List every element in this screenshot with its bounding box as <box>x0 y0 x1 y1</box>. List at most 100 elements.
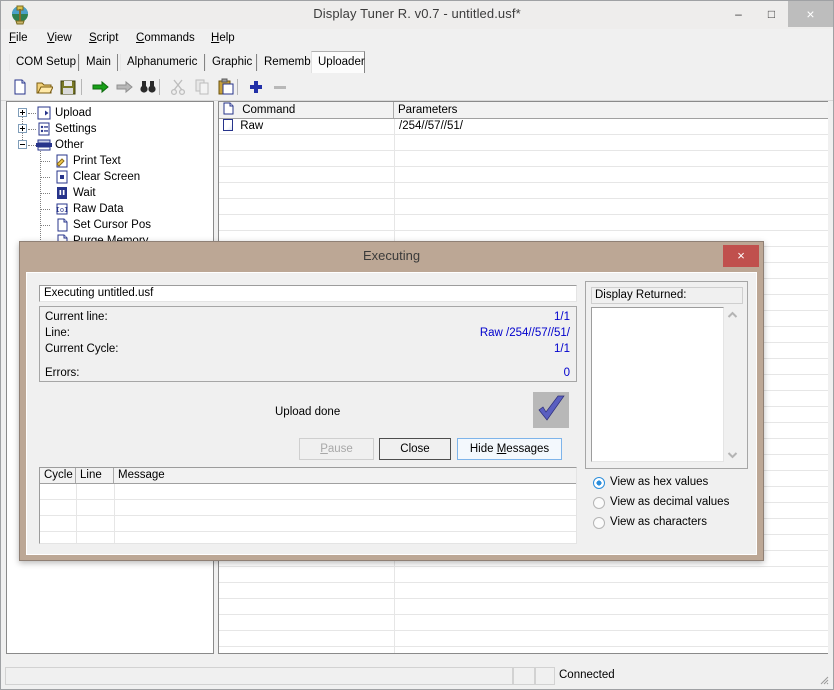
message-row-empty[interactable] <box>40 516 576 532</box>
chevron-up-icon[interactable] <box>725 307 740 322</box>
copy-icon <box>193 78 211 96</box>
label-current-line: Current line: <box>45 311 108 323</box>
paste-icon[interactable] <box>217 78 235 96</box>
table-row[interactable]: Raw /254//57//51/ <box>219 119 829 135</box>
tree-node-print-text[interactable]: Print Text <box>7 153 207 169</box>
message-row-empty[interactable] <box>40 532 576 543</box>
cut-icon <box>169 78 187 96</box>
tree-node-label: Other <box>55 139 84 151</box>
column-header-cycle[interactable]: Cycle <box>40 468 76 483</box>
main-vertical-scrollbar[interactable] <box>828 101 831 654</box>
maximize-button[interactable]: □ <box>755 1 788 27</box>
value-line: Raw /254//57//51/ <box>479 327 570 339</box>
menu-help[interactable]: Help <box>211 32 235 44</box>
table-row-empty[interactable] <box>219 199 829 215</box>
execution-status-group: Current line: 1/1 Line: Raw /254//57//51… <box>39 306 577 382</box>
tree-node-label: Settings <box>55 123 97 135</box>
menu-bar: File View Script Commands Help <box>1 30 833 49</box>
title-bar: Display Tuner R. v0.7 - untitled.usf* – … <box>1 1 833 29</box>
dialog-close-button[interactable]: × <box>723 245 759 267</box>
svg-text:IoI: IoI <box>56 206 69 214</box>
minimize-button[interactable]: – <box>722 1 755 27</box>
menu-script[interactable]: Script <box>89 32 118 44</box>
tree-line <box>41 225 50 226</box>
message-row-empty[interactable] <box>40 500 576 516</box>
column-header-command[interactable]: Command <box>219 102 394 118</box>
radio-indicator-icon <box>593 517 605 529</box>
close-button[interactable]: × <box>788 1 833 27</box>
label-errors: Errors: <box>45 367 80 379</box>
display-returned-scrollbar[interactable] <box>725 307 740 462</box>
expand-toggle-icon[interactable] <box>18 124 27 133</box>
radio-label: View as decimal values <box>610 496 730 508</box>
save-file-icon[interactable] <box>59 78 77 96</box>
resize-grip-icon[interactable] <box>817 673 829 685</box>
doc-icon <box>223 119 233 131</box>
table-row-empty[interactable] <box>219 567 829 583</box>
table-row-empty[interactable] <box>219 631 829 647</box>
column-header-line[interactable]: Line <box>76 468 114 483</box>
label-line: Line: <box>45 327 70 339</box>
tree-line <box>28 113 36 114</box>
radio-indicator-icon <box>593 477 605 489</box>
menu-file[interactable]: File <box>9 32 28 44</box>
table-row-empty[interactable] <box>219 583 829 599</box>
hide-messages-button[interactable]: Hide Messages <box>457 438 562 460</box>
table-row-empty[interactable] <box>219 135 829 151</box>
column-header-message[interactable]: Message <box>114 468 576 483</box>
tree-node-settings[interactable]: Settings <box>7 121 207 137</box>
tree-node-set-cursor-pos[interactable]: Set Cursor Pos <box>7 217 207 233</box>
tab-alphanumeric[interactable]: Alphanumeric <box>120 54 205 71</box>
collapse-toggle-icon[interactable] <box>18 140 27 149</box>
close-button-dialog[interactable]: Close <box>379 438 451 460</box>
clear-screen-icon <box>55 170 69 184</box>
step-icon <box>115 78 133 96</box>
table-row-empty[interactable] <box>219 215 829 231</box>
tree-node-clear-screen[interactable]: Clear Screen <box>7 169 207 185</box>
executing-dialog: Executing × Executing untitled.usf Curre… <box>19 241 764 561</box>
table-row-empty[interactable] <box>219 599 829 615</box>
find-icon[interactable] <box>139 78 157 96</box>
wait-icon <box>55 186 69 200</box>
status-pane-2 <box>513 667 535 685</box>
toolbar-separator <box>237 79 238 95</box>
open-file-icon[interactable] <box>35 78 54 96</box>
table-row-empty[interactable] <box>219 615 829 631</box>
display-returned-caption: Display Returned: <box>591 287 743 304</box>
chevron-down-icon[interactable] <box>725 447 740 462</box>
column-header-parameters[interactable]: Parameters <box>394 102 829 118</box>
value-errors: 0 <box>563 367 570 379</box>
doc-icon <box>223 102 239 120</box>
message-row-empty[interactable] <box>40 484 576 500</box>
tab-uploader[interactable]: Uploader <box>311 51 365 73</box>
raw-data-icon: IoI <box>55 202 69 216</box>
tree-node-wait[interactable]: Wait <box>7 185 207 201</box>
table-row-empty[interactable] <box>219 151 829 167</box>
tab-graphic[interactable]: Graphic <box>205 54 257 71</box>
tree-node-other[interactable]: Other <box>7 137 207 153</box>
expand-toggle-icon[interactable] <box>18 108 27 117</box>
tree-node-raw-data[interactable]: IoI Raw Data <box>7 201 207 217</box>
remove-icon <box>271 78 289 96</box>
script-name-field: Executing untitled.usf <box>39 285 577 302</box>
tab-com-setup[interactable]: COM Setup <box>9 54 79 71</box>
doc-icon <box>55 218 69 232</box>
tree-node-upload[interactable]: Upload <box>7 105 207 121</box>
message-list[interactable]: Cycle Line Message <box>39 467 577 544</box>
menu-commands[interactable]: Commands <box>136 32 195 44</box>
table-row-empty[interactable] <box>219 647 829 653</box>
pause-button[interactable]: Pause <box>299 438 374 460</box>
status-bar: Connected <box>3 666 831 686</box>
table-row-empty[interactable] <box>219 183 829 199</box>
upload-icon <box>37 106 51 120</box>
done-message: Upload done <box>275 406 341 418</box>
display-returned-output[interactable] <box>591 307 724 462</box>
menu-view[interactable]: View <box>47 32 72 44</box>
status-pane-1 <box>5 667 513 685</box>
run-icon[interactable] <box>91 78 109 96</box>
table-row-empty[interactable] <box>219 167 829 183</box>
tree-line <box>41 209 50 210</box>
tab-main[interactable]: Main <box>79 54 118 71</box>
add-icon[interactable] <box>247 78 265 96</box>
new-file-icon[interactable] <box>11 78 29 96</box>
